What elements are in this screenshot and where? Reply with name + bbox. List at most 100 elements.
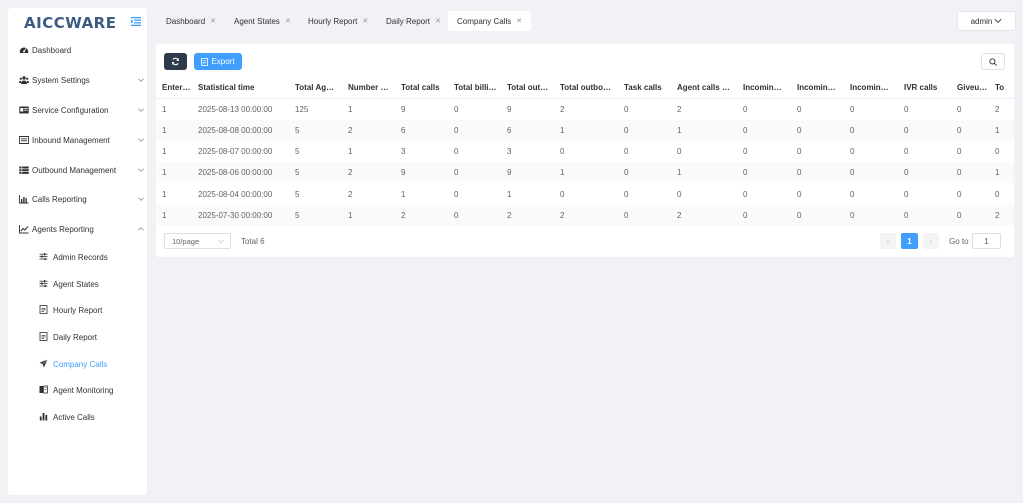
table-row[interactable]: 1 2025-08-07 00:00:00 5 1 3 0 3 0 0 0 0 0 0 0 0 0 xyxy=(156,141,1014,162)
table-row[interactable]: 1 2025-08-08 00:00:00 5 2 6 0 6 1 0 1 0 0 0 0 0 1 xyxy=(156,119,1014,141)
sidebar-subitem-hourly-report[interactable]: Hourly Report xyxy=(8,300,147,320)
chevron-down-icon xyxy=(138,168,144,172)
table-cell: 0 xyxy=(797,189,802,199)
column-header[interactable]: Number … xyxy=(342,77,395,99)
sidebar-item-dashboard[interactable]: Dashboard xyxy=(8,40,147,60)
table-row[interactable]: 1 2025-08-13 00:00:00 125 1 9 0 9 2 0 2 0 0 0 0 0 2 xyxy=(156,98,1014,119)
close-icon[interactable]: ✕ xyxy=(516,17,522,25)
column-header[interactable]: Giveu… xyxy=(951,77,989,99)
table-cell: 1 xyxy=(156,204,192,227)
sidebar-subitem-label: Active Calls xyxy=(53,413,95,422)
chevron-down-icon xyxy=(138,138,144,142)
column-header[interactable]: Enter… xyxy=(156,77,192,99)
prev-page-button[interactable]: ‹ xyxy=(880,233,896,249)
sidebar-item-system-settings[interactable]: System Settings xyxy=(8,70,147,90)
column-header[interactable]: Task calls xyxy=(618,77,671,99)
table-header: Enter… Statistical time Total Ag… Number … T… xyxy=(156,77,1014,99)
sidebar-subitem-agent-monitoring[interactable]: Agent Monitoring xyxy=(8,380,147,400)
paper-plane-icon xyxy=(39,359,48,368)
table-row[interactable]: 1 2025-08-06 00:00:00 5 2 9 0 9 1 0 1 0 0 0 0 0 1 xyxy=(156,162,1014,184)
table-cell: 0 xyxy=(898,204,951,227)
table-cell: 9 xyxy=(395,162,448,184)
sidebar-subitem-company-calls[interactable]: Company Calls xyxy=(8,354,147,374)
close-icon[interactable]: ✕ xyxy=(285,17,291,25)
column-header[interactable]: Incomin… xyxy=(791,77,844,99)
export-button[interactable]: Export xyxy=(194,53,242,70)
table-cell: 0 xyxy=(951,162,989,184)
table-body: 1 2025-08-13 00:00:00 125 1 9 0 9 2 0 2 0 0 0 0 0 2 1 202… xyxy=(156,98,1014,227)
user-menu-button[interactable]: admin xyxy=(957,11,1016,31)
table-cell: 2 xyxy=(671,204,737,227)
tab-dashboard[interactable]: Dashboard ✕ xyxy=(157,11,225,31)
table-cell: 0 xyxy=(904,104,909,114)
sidebar-item-agents-reporting[interactable]: Agents Reporting xyxy=(8,219,147,239)
table-cell: 0 xyxy=(850,104,855,114)
table-cell: 2 xyxy=(342,162,395,184)
logo: AICCWARE xyxy=(24,14,117,32)
table-cell: 1 xyxy=(671,119,737,141)
sidebar-item-inbound-management[interactable]: Inbound Management xyxy=(8,130,147,150)
sidebar-subitem-daily-report[interactable]: Daily Report xyxy=(8,327,147,347)
tab-label: Dashboard xyxy=(166,16,206,26)
column-header[interactable]: Statistical time xyxy=(192,77,289,99)
search-button[interactable] xyxy=(981,53,1005,70)
table-row[interactable]: 1 2025-07-30 00:00:00 5 1 2 0 2 2 0 2 0 0 0 0 0 2 xyxy=(156,204,1014,227)
close-icon[interactable]: ✕ xyxy=(210,17,216,25)
column-header[interactable]: Total outbo… xyxy=(554,77,618,99)
close-icon[interactable]: ✕ xyxy=(435,17,441,25)
column-header[interactable]: To xyxy=(989,77,1014,99)
chevron-down-icon xyxy=(138,108,144,112)
next-page-button[interactable]: › xyxy=(923,233,939,249)
sidebar-item-calls-reporting[interactable]: Calls Reporting xyxy=(8,189,147,209)
table-cell: 0 xyxy=(995,147,1000,157)
table-cell: 0 xyxy=(904,189,909,199)
column-header[interactable]: IVR calls xyxy=(898,77,951,99)
refresh-button[interactable] xyxy=(164,53,187,70)
table-row[interactable]: 1 2025-08-04 00:00:00 5 2 1 0 1 0 0 0 0 0 0 0 0 0 xyxy=(156,183,1014,204)
tab-hourly-report[interactable]: Hourly Report ✕ xyxy=(299,11,377,31)
tab-agent-states[interactable]: Agent States ✕ xyxy=(225,11,300,31)
table-cell: 2 xyxy=(501,204,554,227)
column-header[interactable]: Total Ag… xyxy=(289,77,342,99)
tab-daily-report[interactable]: Daily Report ✕ xyxy=(377,11,450,31)
table-cell: 0 xyxy=(454,147,459,157)
column-header[interactable]: Total billi… xyxy=(448,77,501,99)
table-cell: 0 xyxy=(618,162,671,184)
sidebar-item-label: System Settings xyxy=(32,76,90,85)
goto-page-input[interactable] xyxy=(972,233,1001,249)
sidebar-item-outbound-management[interactable]: Outbound Management xyxy=(8,160,147,180)
table-cell: 2 xyxy=(989,204,1014,227)
table-cell: 2 xyxy=(348,189,353,199)
table-cell: 1 xyxy=(348,104,353,114)
document-icon xyxy=(201,57,209,66)
tab-company-calls[interactable]: Company Calls ✕ xyxy=(448,11,532,31)
table-cell: 0 xyxy=(624,147,629,157)
logo-row: AICCWARE xyxy=(8,8,147,36)
table-cell: 0 xyxy=(454,104,459,114)
sidebar-subitem-agent-states[interactable]: Agent States xyxy=(8,274,147,294)
sidebar-subitem-label: Hourly Report xyxy=(53,306,103,315)
table-cell: 0 xyxy=(850,147,855,157)
table-cell: 0 xyxy=(737,119,791,141)
sidebar-subitem-admin-records[interactable]: Admin Records xyxy=(8,247,147,267)
table-cell: 2025-08-13 00:00:00 xyxy=(198,104,273,114)
table-cell: 1 xyxy=(348,147,353,157)
column-header[interactable]: Total out… xyxy=(501,77,554,99)
column-header[interactable]: Incomin… xyxy=(737,77,791,99)
sidebar-item-label: Inbound Management xyxy=(32,136,110,145)
total-count: Total 6 xyxy=(241,237,265,246)
dashboard-icon xyxy=(19,47,29,53)
close-icon[interactable]: ✕ xyxy=(362,17,368,25)
table-header-row: Enter… Statistical time Total Ag… Number … T… xyxy=(156,77,1014,99)
column-header[interactable]: Incomin… xyxy=(844,77,898,99)
table-cell: 0 xyxy=(560,189,565,199)
sidebar-subitem-active-calls[interactable]: Active Calls xyxy=(8,407,147,427)
menu-collapse-icon[interactable] xyxy=(131,17,141,26)
page-size-select[interactable]: 10/page xyxy=(164,233,231,249)
column-header[interactable]: Total calls xyxy=(395,77,448,99)
sidebar-item-label: Calls Reporting xyxy=(32,195,87,204)
table-cell: 0 xyxy=(743,189,748,199)
sidebar-item-service-configuration[interactable]: Service Configuration xyxy=(8,100,147,120)
page-number-current[interactable]: 1 xyxy=(901,233,918,249)
column-header[interactable]: Agent calls … xyxy=(671,77,737,99)
